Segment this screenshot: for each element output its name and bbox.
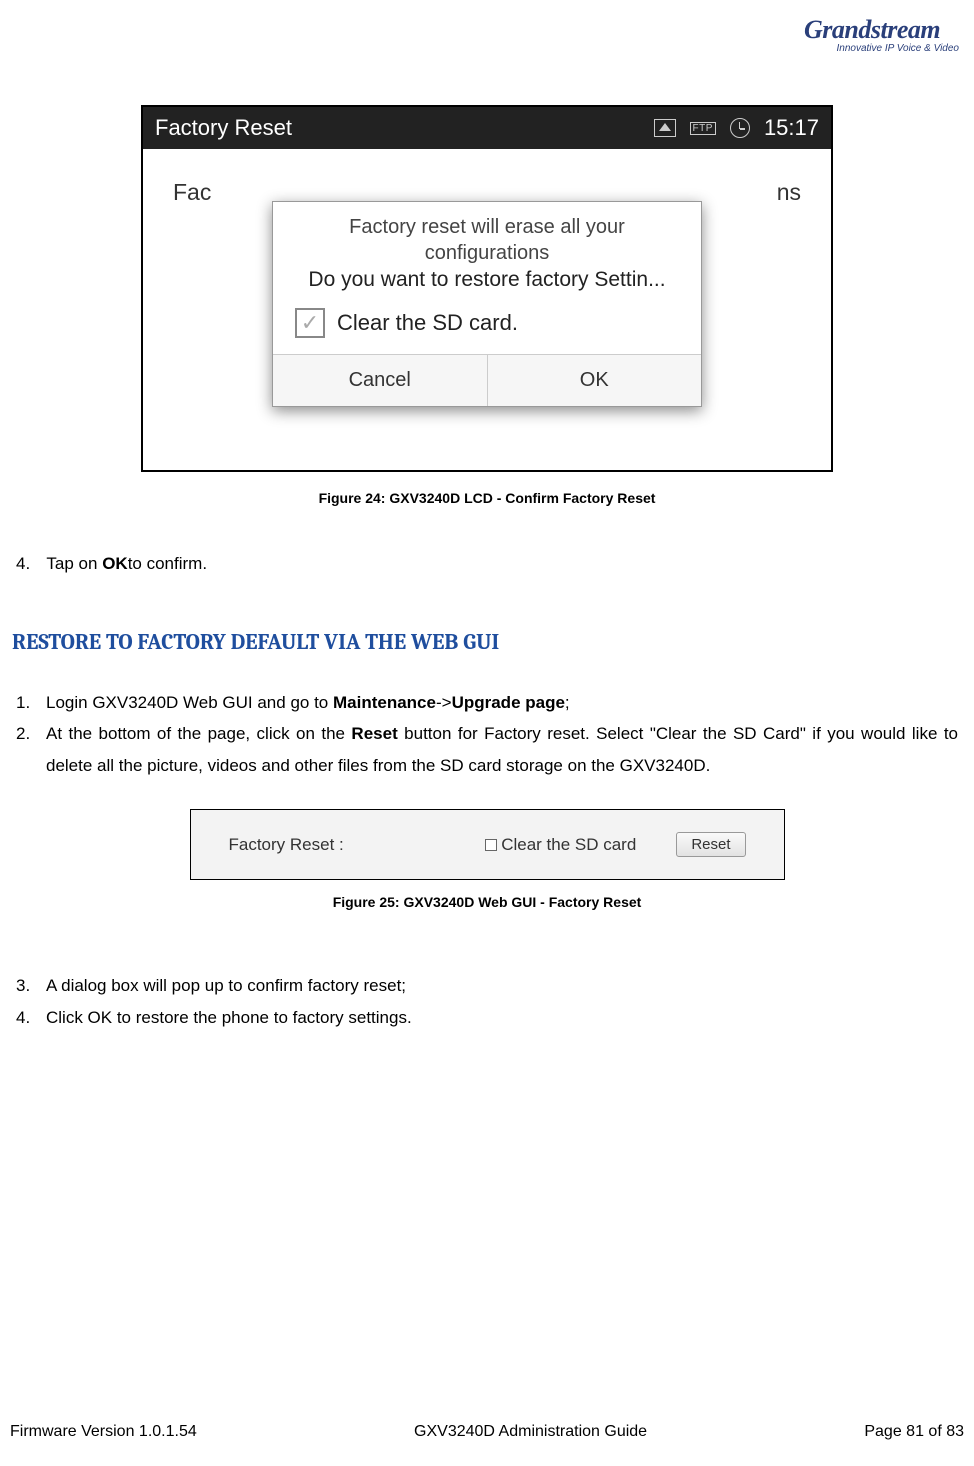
checkbox-icon[interactable]: [485, 839, 497, 851]
clock-icon: [730, 118, 750, 138]
section-heading: RESTORE TO FACTORY DEFAULT VIA THE WEB G…: [10, 629, 964, 655]
status-time: 15:17: [764, 115, 819, 141]
figure-24-screenshot: Factory Reset FTP 15:17 Fac ns Factory r…: [141, 105, 833, 472]
clear-sd-checkbox-group: Clear the SD card: [485, 835, 636, 855]
brand-logo: Grandstream Innovative IP Voice & Video: [804, 15, 959, 54]
ok-button[interactable]: OK: [487, 355, 702, 406]
footer-right: Page 81 of 83: [864, 1423, 964, 1441]
android-status-bar: Factory Reset FTP 15:17: [143, 107, 831, 149]
figure-25-caption: Figure 25: GXV3240D Web GUI - Factory Re…: [10, 894, 964, 910]
ftp-icon: FTP: [690, 122, 716, 135]
figure-25-screenshot: Factory Reset : Clear the SD card Reset: [190, 809, 785, 880]
factory-reset-label: Factory Reset :: [229, 835, 344, 855]
checkbox-icon[interactable]: ✓: [295, 308, 325, 338]
figure-24-caption: Figure 24: GXV3240D LCD - Confirm Factor…: [10, 490, 964, 506]
cancel-button[interactable]: Cancel: [273, 355, 487, 406]
status-title: Factory Reset: [155, 115, 654, 141]
checkbox-label: Clear the SD card.: [337, 310, 518, 336]
list-item: 1. Login GXV3240D Web GUI and go to Main…: [16, 687, 958, 718]
list-item: 4. Click OK to restore the phone to fact…: [16, 1002, 958, 1033]
logo-main: Grandstream: [804, 15, 959, 45]
dialog-title: Factory reset will erase all your config…: [273, 202, 701, 268]
reset-button[interactable]: Reset: [676, 832, 745, 857]
list-item: 3. A dialog box will pop up to confirm f…: [16, 970, 958, 1001]
confirm-dialog: Factory reset will erase all your config…: [272, 201, 702, 407]
dialog-subtitle: Do you want to restore factory Settin...: [273, 268, 701, 302]
list-item: 2. At the bottom of the page, click on t…: [16, 718, 958, 781]
footer-left: Firmware Version 1.0.1.54: [10, 1423, 197, 1441]
footer-center: GXV3240D Administration Guide: [414, 1423, 647, 1441]
image-icon: [654, 119, 676, 137]
step-4: 4. Tap on OKto confirm.: [10, 554, 964, 574]
page-footer: Firmware Version 1.0.1.54 GXV3240D Admin…: [10, 1423, 964, 1441]
